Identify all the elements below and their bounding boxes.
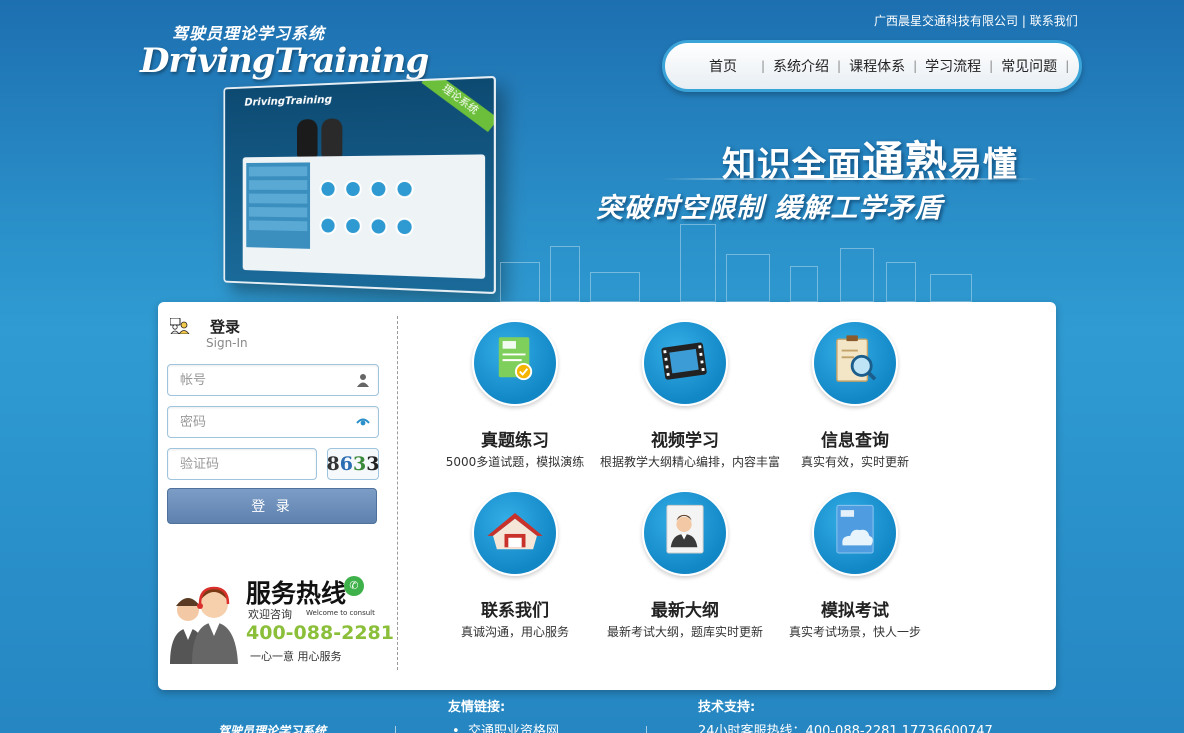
top-links: 广西晨星交通科技有限公司 | 联系我们 [874, 12, 1078, 29]
footer-links-title: 友情链接: [448, 700, 506, 715]
main-nav: 首页 | 系统介绍 | 课程体系 | 学习流程 | 常见问题 | [662, 40, 1082, 92]
captcha-digit: 8 [326, 453, 340, 475]
nav-item-intro[interactable]: 系统介绍 [765, 56, 837, 76]
service-hotline: 服务热线 ✆ 欢迎咨询 Welcome to consult 400-088-2… [166, 574, 394, 674]
captcha-digit: 3 [366, 453, 380, 475]
feature-video[interactable]: 视频学习 根据教学大纲精心编排，内容丰富 [600, 320, 781, 470]
panel-divider [397, 316, 398, 670]
hotline-welcome: 欢迎咨询 [248, 608, 292, 621]
captcha-field [167, 448, 317, 480]
feature-icon-circle [812, 490, 898, 576]
footer-support-title: 技术支持: [698, 700, 756, 715]
feature-title: 视频学习 [651, 431, 719, 451]
login-title: 登录 [210, 318, 241, 336]
logo-en-text: DrivingTraining [140, 41, 429, 81]
username-input[interactable] [168, 365, 348, 395]
hotline-motto: 一心一意 用心服务 [250, 650, 342, 663]
login-button[interactable]: 登 录 [167, 488, 377, 524]
city-skyline-illustration [490, 218, 1070, 302]
footer-link-item[interactable]: • 交通职业资格网 [452, 720, 559, 733]
feature-title: 信息查询 [821, 431, 889, 451]
feature-title: 最新大纲 [651, 601, 719, 621]
username-field [167, 364, 379, 396]
footer-support-text: 24小时客服热线：400-088-2281 17736600747 [698, 724, 993, 733]
footer-logo: 驾驶员理论学习系统 [218, 724, 327, 733]
footer-separator [395, 726, 396, 733]
hotline-title: 服务热线 [246, 579, 347, 608]
feature-icon-circle [472, 490, 558, 576]
main-panel: 登录 Sign-In 8 6 3 3 登 录 [158, 302, 1056, 690]
password-field [167, 406, 379, 438]
slogan-divider [660, 178, 1040, 180]
password-input[interactable] [168, 407, 348, 437]
feature-icon-circle [472, 320, 558, 406]
footer-link-text: 交通职业资格网 [467, 724, 559, 733]
users-chat-icon [170, 318, 190, 334]
feature-syllabus[interactable]: 最新大纲 最新考试大纲，题库实时更新 [600, 490, 770, 640]
feature-desc: 真实考试场景，快人一步 [788, 625, 921, 639]
login-subtitle: Sign-In [206, 336, 248, 350]
hotline-number: 400-088-2281 [246, 622, 394, 644]
captcha-digit: 6 [339, 453, 353, 475]
company-name: 广西晨星交通科技有限公司 [874, 14, 1019, 28]
feature-icon-circle [812, 320, 898, 406]
nav-item-courses[interactable]: 课程体系 [841, 56, 913, 76]
feature-title: 联系我们 [481, 601, 549, 621]
site-logo[interactable]: 驾驶员理论学习系统 DrivingTraining [140, 20, 429, 81]
phone-icon: ✆ [344, 576, 364, 596]
feature-title: 模拟考试 [821, 601, 889, 621]
feature-desc: 根据教学大纲精心编排，内容丰富 [600, 455, 781, 469]
user-icon [357, 374, 369, 387]
mockup-icon-grid [319, 179, 417, 252]
feature-practice[interactable]: 真题练习 5000多道试题，模拟演练 [430, 320, 600, 470]
nav-item-home[interactable]: 首页 [701, 56, 761, 76]
feature-desc: 真实有效，实时更新 [800, 455, 909, 469]
practice-doc-icon [498, 337, 533, 381]
footer-separator [646, 726, 647, 733]
feature-info-query[interactable]: 信息查询 真实有效，实时更新 [770, 320, 940, 470]
captcha-digit: 3 [353, 453, 367, 475]
mockup-sidebar [246, 162, 311, 249]
feature-mock-exam[interactable]: 模拟考试 真实考试场景，快人一步 [770, 490, 940, 640]
banner-slogan-secondary: 突破时空限制 缓解工学矛盾 [596, 193, 943, 224]
captcha-input[interactable] [168, 449, 308, 479]
magnifier-clipboard-icon [836, 335, 877, 382]
nav-item-faq[interactable]: 常见问题 [993, 56, 1065, 76]
support-agents-icon [170, 586, 238, 664]
feature-desc: 真诚沟通，用心服务 [460, 625, 569, 639]
film-icon [661, 342, 707, 380]
nav-item-process[interactable]: 学习流程 [917, 56, 989, 76]
feature-icon-circle [642, 490, 728, 576]
captcha-image[interactable]: 8 6 3 3 [327, 448, 379, 480]
mockup-title: DrivingTraining [244, 92, 332, 109]
feature-icon-circle [642, 320, 728, 406]
profile-doc-icon [666, 504, 704, 554]
cloud-test-icon [836, 504, 874, 554]
eye-icon[interactable] [356, 415, 370, 429]
feature-contact[interactable]: 联系我们 真诚沟通，用心服务 [430, 490, 600, 640]
feature-title: 真题练习 [481, 431, 549, 451]
mockup-people-image [291, 110, 348, 157]
banner-screenshot-mockup: DrivingTraining 理论系统 [223, 75, 496, 295]
hotline-welcome-en: Welcome to consult [306, 609, 375, 617]
feature-desc: 最新考试大纲，题库实时更新 [606, 625, 763, 639]
nav-separator: | [1065, 59, 1070, 73]
contact-us-link[interactable]: 联系我们 [1030, 14, 1078, 28]
top-links-separator: | [1021, 14, 1026, 28]
house-icon [487, 512, 543, 550]
feature-desc: 5000多道试题，模拟演练 [445, 455, 585, 469]
footer-bullet: • [452, 724, 468, 733]
mockup-ribbon: 理论系统 [421, 75, 496, 133]
